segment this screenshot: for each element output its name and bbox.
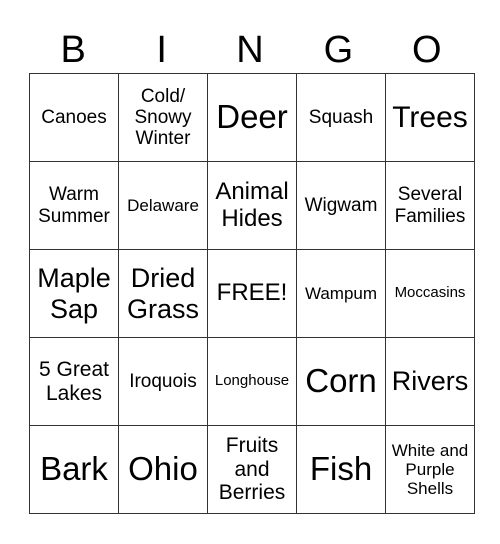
bingo-row: Maple Sap Dried Grass FREE! Wampum Moccasins	[29, 249, 475, 338]
cell-label: 5 Great Lakes	[38, 357, 110, 405]
bingo-cell[interactable]: Fruits and Berries	[207, 425, 297, 514]
bingo-cell[interactable]: Corn	[296, 337, 386, 426]
bingo-row: Warm Summer Delaware Animal Hides Wigwam Sev…	[29, 161, 475, 250]
cell-label: Iroquois	[129, 370, 197, 392]
cell-label: Trees	[392, 100, 468, 134]
bingo-cell[interactable]: Moccasins	[385, 249, 475, 338]
header-letter-b: B	[60, 29, 86, 71]
cell-label: Canoes	[41, 106, 107, 128]
cell-label: White and Purple Shells	[391, 440, 469, 499]
bingo-cell[interactable]: Deer	[207, 73, 297, 162]
cell-label: Maple Sap	[37, 263, 111, 324]
bingo-cell[interactable]: Several Families	[385, 161, 475, 250]
bingo-cell[interactable]: Animal Hides	[207, 161, 297, 250]
cell-label: Dried Grass	[126, 263, 199, 324]
cell-label: Rivers	[391, 366, 469, 397]
cell-label: Wampum	[304, 283, 378, 303]
cell-label: Several Families	[394, 184, 466, 227]
cell-label: Bark	[40, 450, 108, 488]
header-letter-n: N	[236, 29, 264, 71]
cell-label: Delaware	[127, 195, 199, 215]
cell-label: Fruits and Berries	[218, 434, 286, 505]
bingo-cell[interactable]: Ohio	[118, 425, 208, 514]
bingo-cell[interactable]: 5 Great Lakes	[29, 337, 119, 426]
cell-label: Warm Summer	[38, 184, 110, 227]
bingo-cell[interactable]: Maple Sap	[29, 249, 119, 338]
cell-label: Moccasins	[394, 284, 466, 302]
bingo-cell[interactable]: Bark	[29, 425, 119, 514]
bingo-cell[interactable]: Dried Grass	[118, 249, 208, 338]
cell-label: Animal Hides	[215, 177, 289, 232]
cell-label: FREE!	[216, 279, 288, 307]
cell-label: Longhouse	[214, 372, 290, 390]
cell-label: Ohio	[128, 450, 198, 488]
header-letter-o: O	[412, 29, 442, 71]
bingo-cell[interactable]: White and Purple Shells	[385, 425, 475, 514]
cell-label: Cold/ Snowy Winter	[134, 85, 192, 150]
bingo-row: Bark Ohio Fruits and Berries Fish White and …	[29, 425, 475, 514]
bingo-row: Canoes Cold/ Snowy Winter Deer Squash Trees	[29, 73, 475, 162]
bingo-grid: Canoes Cold/ Snowy Winter Deer Squash Trees W…	[29, 73, 475, 514]
cell-label: Wigwam	[304, 194, 378, 216]
cell-label: Fish	[309, 450, 373, 488]
bingo-cell[interactable]: Squash	[296, 73, 386, 162]
bingo-cell[interactable]: Warm Summer	[29, 161, 119, 250]
bingo-cell[interactable]: Wigwam	[296, 161, 386, 250]
bingo-cell[interactable]: Fish	[296, 425, 386, 514]
bingo-cell[interactable]: Trees	[385, 73, 475, 162]
header-letter-i: I	[156, 29, 167, 71]
bingo-cell[interactable]: Cold/ Snowy Winter	[118, 73, 208, 162]
bingo-cell[interactable]: Iroquois	[118, 337, 208, 426]
bingo-header: B I N G O	[29, 28, 471, 72]
bingo-cell[interactable]: Wampum	[296, 249, 386, 338]
bingo-cell[interactable]: Rivers	[385, 337, 475, 426]
bingo-cell[interactable]: Delaware	[118, 161, 208, 250]
cell-label: Squash	[308, 106, 374, 128]
cell-label: Corn	[305, 362, 377, 400]
bingo-cell[interactable]: Longhouse	[207, 337, 297, 426]
header-letter-g: G	[323, 29, 354, 71]
free-space-cell[interactable]: FREE!	[207, 249, 297, 338]
bingo-cell[interactable]: Canoes	[29, 73, 119, 162]
bingo-row: 5 Great Lakes Iroquois Longhouse Corn Rivers	[29, 337, 475, 426]
cell-label: Deer	[216, 98, 288, 136]
